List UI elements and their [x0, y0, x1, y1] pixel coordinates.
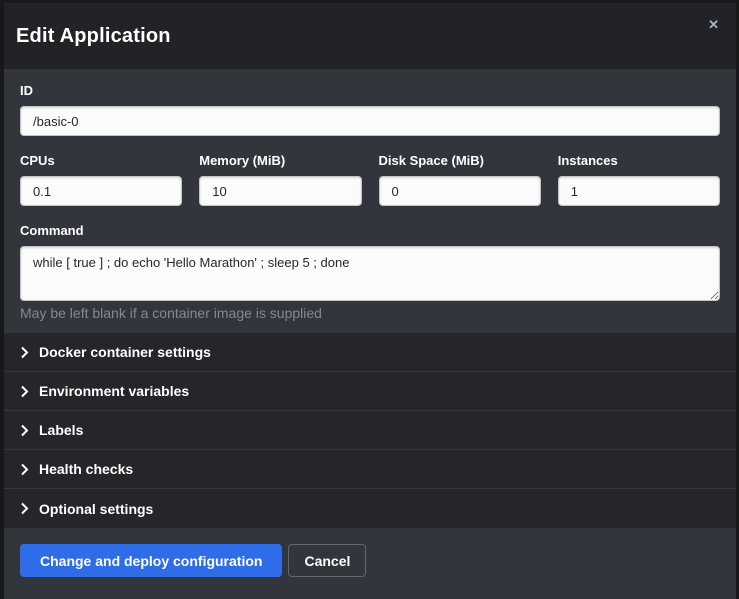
- edit-application-form: ID CPUs Memory (MiB) Disk Space (MiB) In: [4, 69, 736, 333]
- modal-header: Edit Application: [4, 3, 736, 69]
- command-label: Command: [20, 223, 720, 239]
- section-labels[interactable]: Labels: [4, 411, 736, 450]
- field-instances: Instances: [558, 153, 720, 206]
- field-memory: Memory (MiB): [199, 153, 361, 206]
- chevron-right-icon: [20, 424, 29, 437]
- section-label: Environment variables: [39, 383, 189, 399]
- memory-input[interactable]: [199, 176, 361, 206]
- instances-input[interactable]: [558, 176, 720, 206]
- section-environment-variables[interactable]: Environment variables: [4, 372, 736, 411]
- id-label: ID: [20, 83, 720, 99]
- chevron-right-icon: [20, 385, 29, 398]
- section-label: Docker container settings: [39, 344, 211, 360]
- field-id: ID: [20, 83, 720, 136]
- section-label: Optional settings: [39, 501, 153, 517]
- command-help-text: May be left blank if a container image i…: [20, 305, 720, 321]
- change-and-deploy-button[interactable]: Change and deploy configuration: [20, 544, 282, 577]
- chevron-right-icon: [20, 502, 29, 515]
- section-label: Health checks: [39, 461, 133, 477]
- page-backdrop: Edit Application ✕ ID CPUs Memory (MiB) …: [0, 0, 739, 599]
- modal-title: Edit Application: [16, 25, 171, 48]
- command-input[interactable]: while [ true ] ; do echo 'Hello Marathon…: [20, 246, 720, 301]
- chevron-right-icon: [20, 463, 29, 476]
- section-optional-settings[interactable]: Optional settings: [4, 489, 736, 528]
- section-health-checks[interactable]: Health checks: [4, 450, 736, 489]
- field-cpus: CPUs: [20, 153, 182, 206]
- disk-input[interactable]: [379, 176, 541, 206]
- instances-label: Instances: [558, 153, 720, 169]
- modal-footer: Change and deploy configuration Cancel: [4, 528, 736, 599]
- collapsible-sections: Docker container settings Environment va…: [4, 333, 736, 528]
- section-label: Labels: [39, 422, 83, 438]
- edit-application-modal: Edit Application ✕ ID CPUs Memory (MiB) …: [4, 3, 736, 599]
- field-disk: Disk Space (MiB): [379, 153, 541, 206]
- close-icon[interactable]: ✕: [704, 16, 723, 33]
- id-input[interactable]: [20, 106, 720, 136]
- cpus-input[interactable]: [20, 176, 182, 206]
- section-docker-container-settings[interactable]: Docker container settings: [4, 333, 736, 372]
- field-command: Command while [ true ] ; do echo 'Hello …: [20, 223, 720, 321]
- disk-label: Disk Space (MiB): [379, 153, 541, 169]
- chevron-right-icon: [20, 346, 29, 359]
- cpus-label: CPUs: [20, 153, 182, 169]
- memory-label: Memory (MiB): [199, 153, 361, 169]
- resources-row: CPUs Memory (MiB) Disk Space (MiB) Insta…: [20, 153, 720, 206]
- cancel-button[interactable]: Cancel: [288, 544, 366, 577]
